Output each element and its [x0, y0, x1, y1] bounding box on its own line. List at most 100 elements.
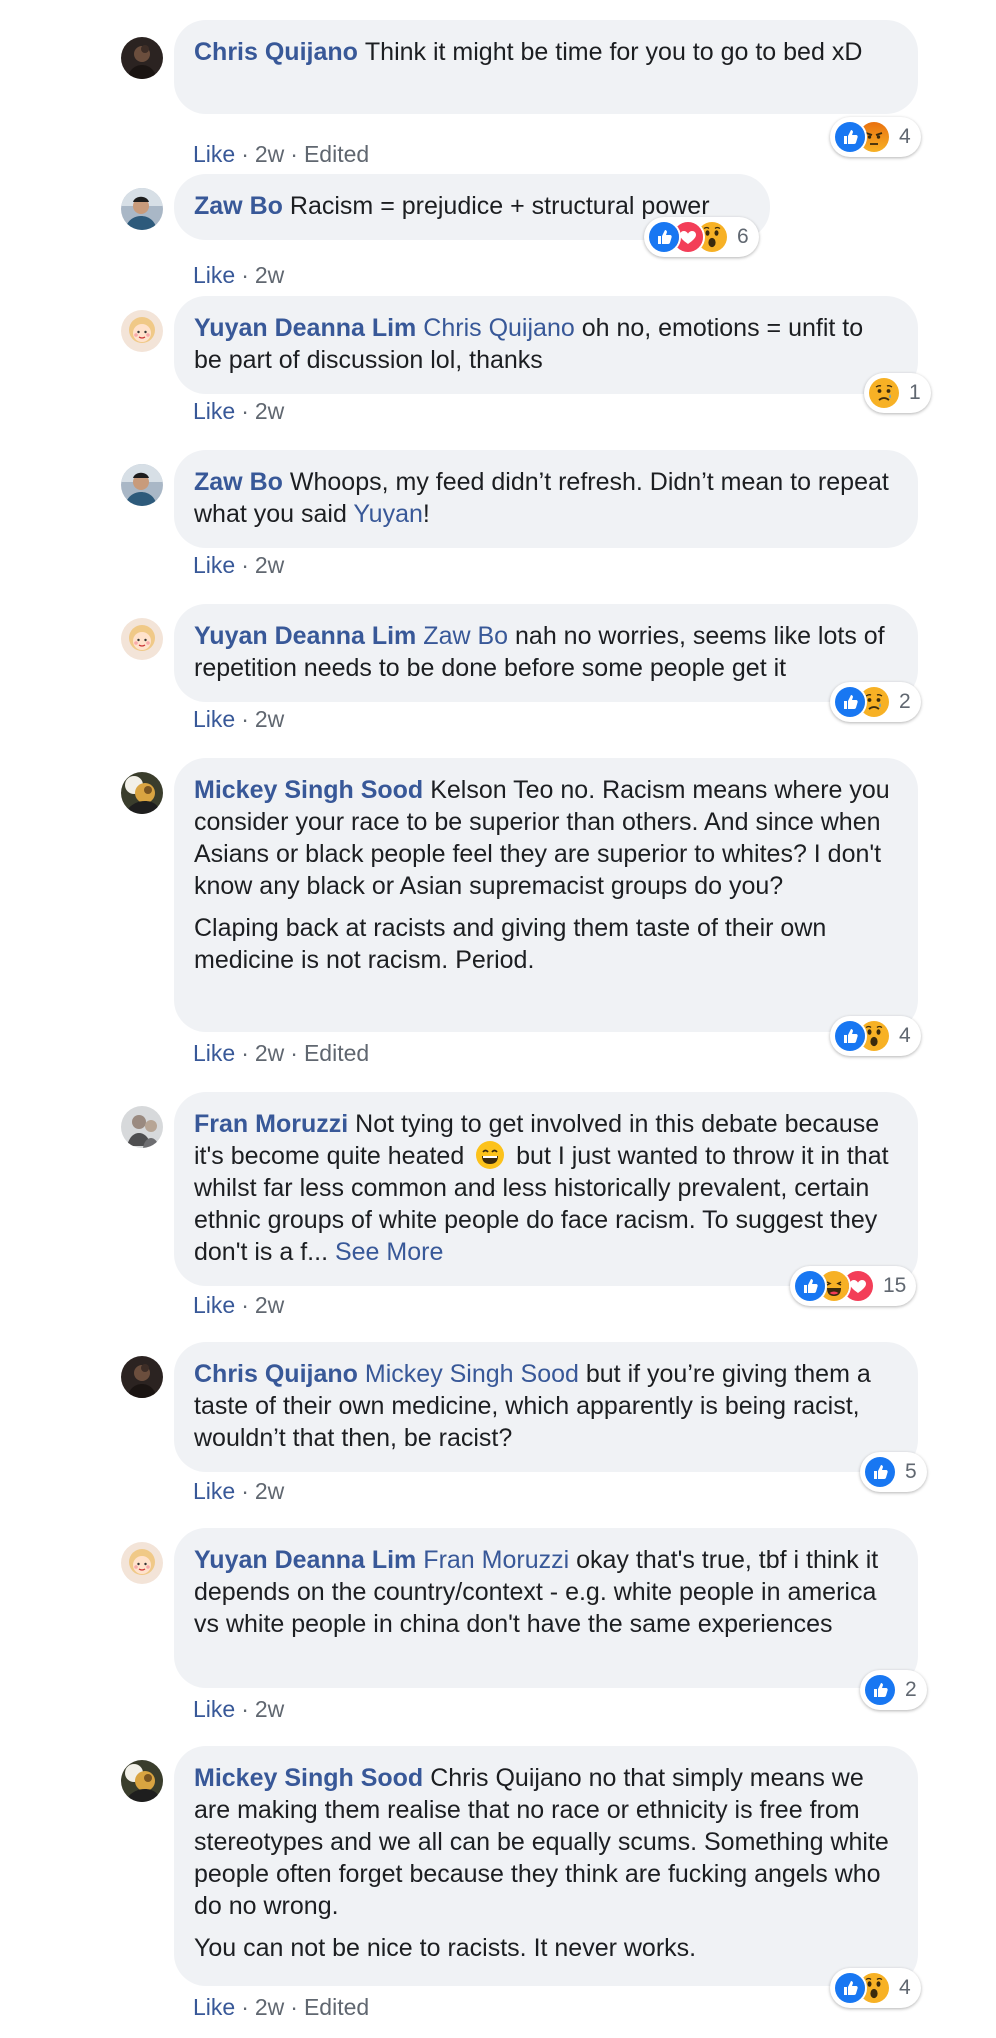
comment-timestamp[interactable]: 2w [255, 1040, 284, 1066]
edited-label[interactable]: Edited [304, 141, 369, 167]
like-button[interactable]: Like [193, 262, 235, 288]
mention-link[interactable]: Zaw Bo [423, 622, 508, 650]
like-button[interactable]: Like [193, 1994, 235, 2020]
mention-link[interactable]: Chris Quijano [423, 314, 574, 342]
meta-separator: · [241, 262, 249, 288]
comment-timestamp[interactable]: 2w [255, 1478, 284, 1504]
reaction-summary[interactable]: 5 [860, 1452, 927, 1492]
comment-author-link[interactable]: Mickey Singh Sood [194, 776, 423, 804]
comment-text: Mickey Singh Sood Chris Quijano no that s… [194, 1762, 896, 1922]
comment-bubble: Yuyan Deanna Lim Fran Moruzzi okay that's… [174, 1528, 918, 1688]
comment-bubble: Yuyan Deanna Lim Chris Quijano oh no, emo… [174, 296, 918, 394]
comment-meta: Like · 2w [193, 262, 284, 289]
comment-timestamp[interactable]: 2w [255, 1994, 284, 2020]
comment-body-text: Whoops, my feed didn’t refresh. Didn’t m… [194, 468, 889, 528]
comment-timestamp[interactable]: 2w [255, 262, 284, 288]
comment-bubble: Chris Quijano Mickey Singh Sood but if yo… [174, 1342, 918, 1472]
avatar-zaw-bo-icon[interactable] [121, 464, 163, 506]
comment-text: Yuyan Deanna Lim Fran Moruzzi okay that's… [194, 1544, 896, 1640]
avatar-chris-quijano-icon[interactable] [121, 37, 163, 79]
meta-separator: · [241, 1040, 249, 1066]
like-button[interactable]: Like [193, 1292, 235, 1318]
reaction-summary[interactable]: 1 [864, 373, 931, 413]
meta-separator: · [290, 141, 298, 167]
like-button[interactable]: Like [193, 1478, 235, 1504]
comment-timestamp[interactable]: 2w [255, 552, 284, 578]
reaction-summary[interactable]: 4 [830, 117, 921, 157]
comment-bubble: Yuyan Deanna Lim Zaw Bo nah no worries, s… [174, 604, 918, 702]
meta-separator: · [241, 141, 249, 167]
comment-timestamp[interactable]: 2w [255, 398, 284, 424]
comment-author-link[interactable]: Fran Moruzzi [194, 1110, 348, 1138]
reaction-count: 2 [899, 690, 911, 713]
like-button[interactable]: Like [193, 706, 235, 732]
comment-meta: Like · 2w [193, 1292, 284, 1319]
reaction-count: 1 [909, 381, 921, 404]
comment-meta: Like · 2w [193, 1478, 284, 1505]
comment-timestamp[interactable]: 2w [255, 1696, 284, 1722]
like-reaction-icon [793, 1269, 827, 1303]
like-reaction-icon [863, 1673, 897, 1707]
comment-body-text: Claping back at racists and giving them … [194, 914, 827, 974]
comment-meta: Like · 2w [193, 398, 284, 425]
like-reaction-icon [833, 685, 867, 719]
reaction-summary[interactable]: 2 [830, 682, 921, 722]
comment-timestamp[interactable]: 2w [255, 141, 284, 167]
reaction-count: 15 [883, 1274, 907, 1297]
comment-bubble: Zaw Bo Whoops, my feed didn’t refresh. Di… [174, 450, 918, 548]
avatar-yuyan-deanna-lim-icon[interactable] [121, 1542, 163, 1584]
comment-author-link[interactable]: Zaw Bo [194, 192, 283, 220]
comment-body-text: You can not be nice to racists. It never… [194, 1934, 697, 1962]
like-button[interactable]: Like [193, 398, 235, 424]
avatar-yuyan-deanna-lim-icon[interactable] [121, 618, 163, 660]
comment-body-text: Racism = prejudice + structural power [289, 192, 710, 220]
avatar-zaw-bo-icon[interactable] [121, 188, 163, 230]
reaction-count: 4 [899, 1976, 911, 1999]
edited-label[interactable]: Edited [304, 1994, 369, 2020]
comment-author-link[interactable]: Yuyan Deanna Lim [194, 314, 416, 342]
avatar-chris-quijano-icon[interactable] [121, 1356, 163, 1398]
comment-timestamp[interactable]: 2w [255, 1292, 284, 1318]
meta-separator: · [241, 552, 249, 578]
comment-text: Claping back at racists and giving them … [194, 912, 896, 976]
avatar-fran-moruzzi-icon[interactable] [121, 1106, 163, 1148]
avatar-mickey-singh-sood-icon[interactable] [121, 1760, 163, 1802]
like-reaction-icon [833, 120, 867, 154]
comment-author-link[interactable]: Yuyan Deanna Lim [194, 622, 416, 650]
reaction-summary[interactable]: 6 [644, 217, 759, 257]
meta-separator: · [241, 1696, 249, 1722]
mention-link[interactable]: Yuyan [353, 500, 423, 528]
reaction-summary[interactable]: 15 [790, 1266, 917, 1306]
comment-bubble: Mickey Singh Sood Chris Quijano no that s… [174, 1746, 918, 1986]
meta-separator: · [241, 1292, 249, 1318]
edited-label[interactable]: Edited [304, 1040, 369, 1066]
comment-author-link[interactable]: Zaw Bo [194, 468, 283, 496]
mention-link[interactable]: Mickey Singh Sood [365, 1360, 579, 1388]
comment-feed: Chris Quijano Think it might be time for … [0, 0, 996, 2038]
reaction-summary[interactable]: 4 [830, 1968, 921, 2008]
comment-meta: Like · 2w · Edited [193, 1994, 369, 2021]
comment-bubble: Mickey Singh Sood Kelson Teo no. Racism m… [174, 758, 918, 1032]
reaction-summary[interactable]: 4 [830, 1016, 921, 1056]
comment-text: Fran Moruzzi Not tying to get involved in… [194, 1108, 896, 1268]
reaction-count: 6 [737, 225, 749, 248]
comment-author-link[interactable]: Chris Quijano [194, 38, 358, 66]
comment-timestamp[interactable]: 2w [255, 706, 284, 732]
comment-author-link[interactable]: Mickey Singh Sood [194, 1764, 423, 1792]
reaction-count: 5 [905, 1460, 917, 1483]
like-button[interactable]: Like [193, 1040, 235, 1066]
like-button[interactable]: Like [193, 552, 235, 578]
comment-author-link[interactable]: Yuyan Deanna Lim [194, 1546, 416, 1574]
comment-meta: Like · 2w · Edited [193, 1040, 369, 1067]
avatar-mickey-singh-sood-icon[interactable] [121, 772, 163, 814]
meta-separator: · [241, 398, 249, 424]
comment-author-link[interactable]: Chris Quijano [194, 1360, 358, 1388]
like-button[interactable]: Like [193, 1696, 235, 1722]
mention-link[interactable]: Fran Moruzzi [423, 1546, 569, 1574]
see-more-link[interactable]: See More [335, 1238, 443, 1266]
sad-reaction-icon [867, 376, 901, 410]
like-button[interactable]: Like [193, 141, 235, 167]
avatar-yuyan-deanna-lim-icon[interactable] [121, 310, 163, 352]
reaction-summary[interactable]: 2 [860, 1670, 927, 1710]
like-reaction-icon [647, 220, 681, 254]
